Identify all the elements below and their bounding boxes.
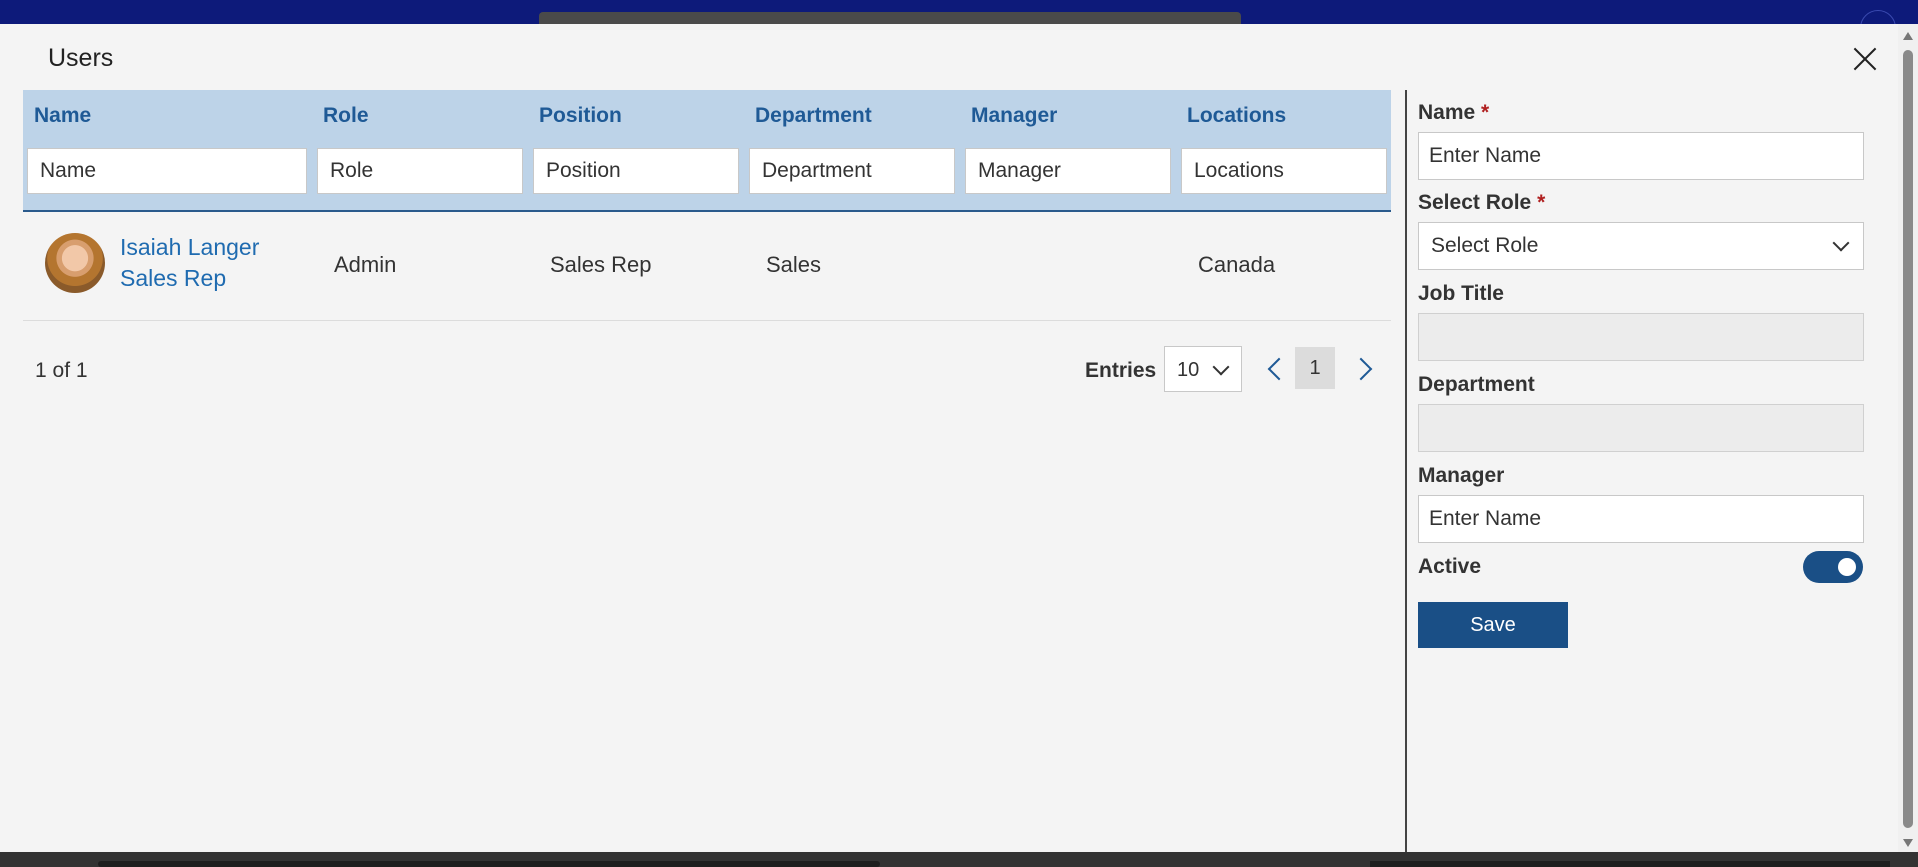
entries-value: 10 <box>1177 359 1200 381</box>
scrollbar-thumb[interactable] <box>1903 50 1913 828</box>
bottom-panel <box>1370 861 1890 867</box>
column-header-locations[interactable]: Locations <box>1187 104 1286 128</box>
scroll-up-icon[interactable] <box>1903 32 1913 40</box>
scroll-down-icon[interactable] <box>1903 839 1913 847</box>
save-button[interactable]: Save <box>1418 602 1568 648</box>
job-title-label: Job Title <box>1418 282 1504 305</box>
column-header-name[interactable]: Name <box>34 104 91 128</box>
role-select[interactable]: Select Role <box>1418 222 1864 270</box>
required-mark: * <box>1481 101 1490 124</box>
app-bottom-bar <box>0 852 1918 867</box>
name-label: Name * <box>1418 101 1490 124</box>
department-label: Department <box>1418 373 1535 396</box>
active-label: Active <box>1418 555 1482 578</box>
chevron-down-icon <box>1832 234 1850 252</box>
close-icon[interactable] <box>1850 44 1880 74</box>
filter-position-input[interactable] <box>533 148 739 194</box>
horizontal-scrollbar[interactable] <box>98 861 880 867</box>
manager-input[interactable] <box>1418 495 1864 543</box>
table-row[interactable]: Isaiah Langer Sales Rep Admin Sales Rep … <box>23 212 1391 321</box>
modal-title: Users <box>48 44 114 72</box>
role-select-value: Select Role <box>1431 234 1539 257</box>
filter-role-input[interactable] <box>317 148 523 194</box>
job-title-field <box>1418 313 1864 361</box>
cell-position: Sales Rep <box>550 252 652 277</box>
pagination: 1 of 1 Entries 10 1 <box>23 321 1391 421</box>
filter-manager-input[interactable] <box>965 148 1171 194</box>
user-name-link[interactable]: Isaiah Langer <box>120 234 259 261</box>
column-header-manager[interactable]: Manager <box>971 104 1057 128</box>
filter-locations-input[interactable] <box>1181 148 1387 194</box>
chevron-down-icon <box>1212 358 1230 376</box>
users-grid: Name Role Position Department Manager Lo… <box>23 90 1391 421</box>
vertical-scrollbar[interactable] <box>1898 24 1918 854</box>
panel-divider <box>1405 90 1407 854</box>
chevron-right-icon[interactable] <box>1353 357 1377 381</box>
name-input[interactable] <box>1418 132 1864 180</box>
users-modal: Users Name Role Position Department Mana… <box>0 24 1898 854</box>
record-count: 1 of 1 <box>35 359 88 382</box>
avatar <box>45 233 105 293</box>
filter-department-input[interactable] <box>749 148 955 194</box>
cell-role: Admin <box>334 252 397 277</box>
grid-header: Name Role Position Department Manager Lo… <box>23 90 1391 212</box>
app-top-bar <box>0 0 1918 46</box>
required-mark: * <box>1537 191 1546 214</box>
department-field <box>1418 404 1864 452</box>
role-label: Select Role * <box>1418 191 1546 214</box>
column-header-role[interactable]: Role <box>323 104 369 128</box>
cell-department: Sales <box>766 252 822 277</box>
active-toggle[interactable] <box>1803 551 1863 583</box>
manager-label: Manager <box>1418 464 1505 487</box>
column-header-position[interactable]: Position <box>539 104 622 128</box>
entries-select[interactable]: 10 <box>1164 346 1242 392</box>
user-subtitle: Sales Rep <box>120 265 227 291</box>
chevron-left-icon[interactable] <box>1263 357 1287 381</box>
toggle-knob <box>1838 558 1856 576</box>
cell-locations: Canada <box>1198 252 1276 277</box>
column-header-department[interactable]: Department <box>755 104 872 128</box>
filter-name-input[interactable] <box>27 148 307 194</box>
entries-label: Entries <box>1085 359 1157 382</box>
page-number-button[interactable]: 1 <box>1295 347 1335 389</box>
